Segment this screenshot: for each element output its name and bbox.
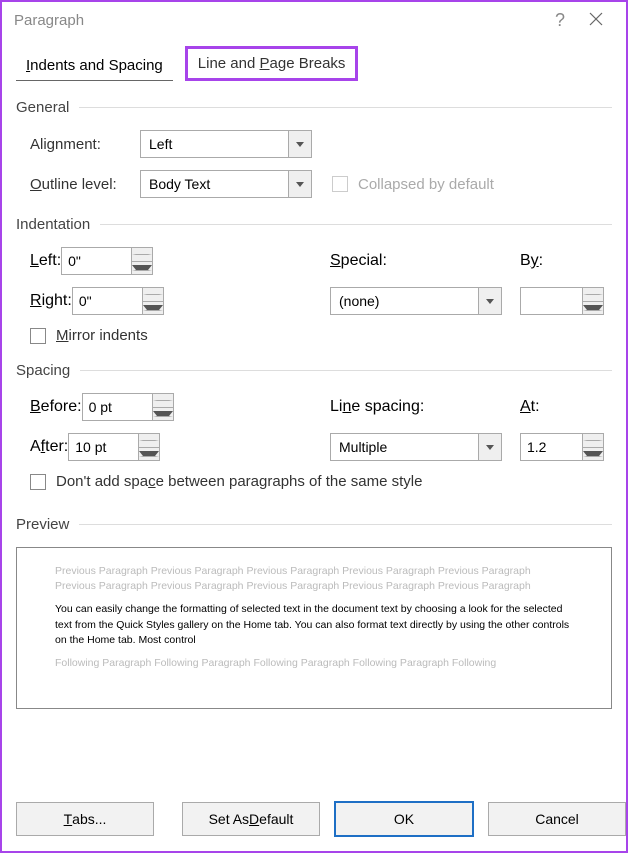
- up-arrow-icon[interactable]: [583, 288, 603, 302]
- paragraph-dialog: Paragraph ? Indents and Spacing Line and…: [0, 0, 628, 853]
- after-spinner[interactable]: 10 pt: [68, 433, 160, 461]
- collapsed-label: Collapsed by default: [358, 176, 494, 193]
- outline-level-combo[interactable]: Body Text: [140, 170, 312, 198]
- down-arrow-icon[interactable]: [132, 262, 152, 275]
- no-add-space-checkbox[interactable]: [30, 474, 46, 490]
- down-arrow-icon[interactable]: [583, 448, 603, 461]
- by-label: By:: [520, 252, 610, 270]
- tab-indents-spacing[interactable]: Indents and Spacing: [16, 51, 173, 81]
- dialog-title: Paragraph: [14, 12, 84, 29]
- cancel-button[interactable]: Cancel: [488, 802, 626, 836]
- tab-strip: Indents and Spacing Line and Page Breaks: [16, 46, 612, 81]
- section-spacing-header: Spacing: [16, 362, 612, 379]
- indent-right-spinner[interactable]: 0": [72, 287, 164, 315]
- close-icon[interactable]: [578, 10, 614, 31]
- button-row: Tabs... Set As Default OK Cancel: [16, 801, 612, 837]
- alignment-label: Alignment:: [30, 136, 140, 153]
- up-arrow-icon[interactable]: [139, 434, 159, 448]
- tabs-button[interactable]: Tabs...: [16, 802, 154, 836]
- down-arrow-icon[interactable]: [153, 408, 173, 421]
- collapsed-checkbox: [332, 176, 348, 192]
- indent-left-spinner[interactable]: 0": [61, 247, 153, 275]
- section-preview-header: Preview: [16, 516, 612, 533]
- section-indentation-header: Indentation: [16, 216, 612, 233]
- down-arrow-icon[interactable]: [139, 448, 159, 461]
- up-arrow-icon[interactable]: [153, 394, 173, 408]
- line-spacing-combo[interactable]: Multiple: [330, 433, 502, 461]
- before-spinner[interactable]: 0 pt: [82, 393, 174, 421]
- up-arrow-icon[interactable]: [143, 288, 163, 302]
- special-combo[interactable]: (none): [330, 287, 502, 315]
- preview-box: Previous Paragraph Previous Paragraph Pr…: [16, 547, 612, 709]
- mirror-indents-label: Mirror indents: [56, 327, 148, 344]
- down-arrow-icon[interactable]: [583, 302, 603, 315]
- ok-button[interactable]: OK: [334, 801, 474, 837]
- preview-previous-text: Previous Paragraph Previous Paragraph Pr…: [55, 564, 573, 594]
- titlebar: Paragraph ?: [2, 2, 626, 38]
- tab-line-page-breaks[interactable]: Line and Page Breaks: [185, 46, 359, 81]
- outline-level-label: Outline level:: [30, 176, 140, 193]
- set-as-default-button[interactable]: Set As Default: [182, 802, 320, 836]
- indent-right-label: Right:: [30, 292, 72, 310]
- no-add-space-label: Don't add space between paragraphs of th…: [56, 473, 422, 490]
- before-label: Before:: [30, 398, 82, 416]
- chevron-down-icon[interactable]: [288, 171, 311, 197]
- at-spinner[interactable]: 1.2: [520, 433, 604, 461]
- after-label: After:: [30, 438, 68, 456]
- up-arrow-icon[interactable]: [132, 248, 152, 262]
- alignment-combo[interactable]: Left: [140, 130, 312, 158]
- chevron-down-icon[interactable]: [288, 131, 311, 157]
- line-spacing-label: Line spacing:: [330, 398, 520, 416]
- preview-sample-text: You can easily change the formatting of …: [55, 602, 573, 648]
- preview-following-text: Following Paragraph Following Paragraph …: [55, 656, 573, 671]
- by-spinner[interactable]: [520, 287, 604, 315]
- chevron-down-icon[interactable]: [478, 288, 501, 314]
- down-arrow-icon[interactable]: [143, 302, 163, 315]
- chevron-down-icon[interactable]: [478, 434, 501, 460]
- section-general-header: General: [16, 99, 612, 116]
- up-arrow-icon[interactable]: [583, 434, 603, 448]
- help-icon[interactable]: ?: [542, 10, 578, 31]
- special-label: Special:: [330, 252, 520, 270]
- at-label: At:: [520, 398, 610, 416]
- mirror-indents-checkbox[interactable]: [30, 328, 46, 344]
- indent-left-label: Left:: [30, 252, 61, 270]
